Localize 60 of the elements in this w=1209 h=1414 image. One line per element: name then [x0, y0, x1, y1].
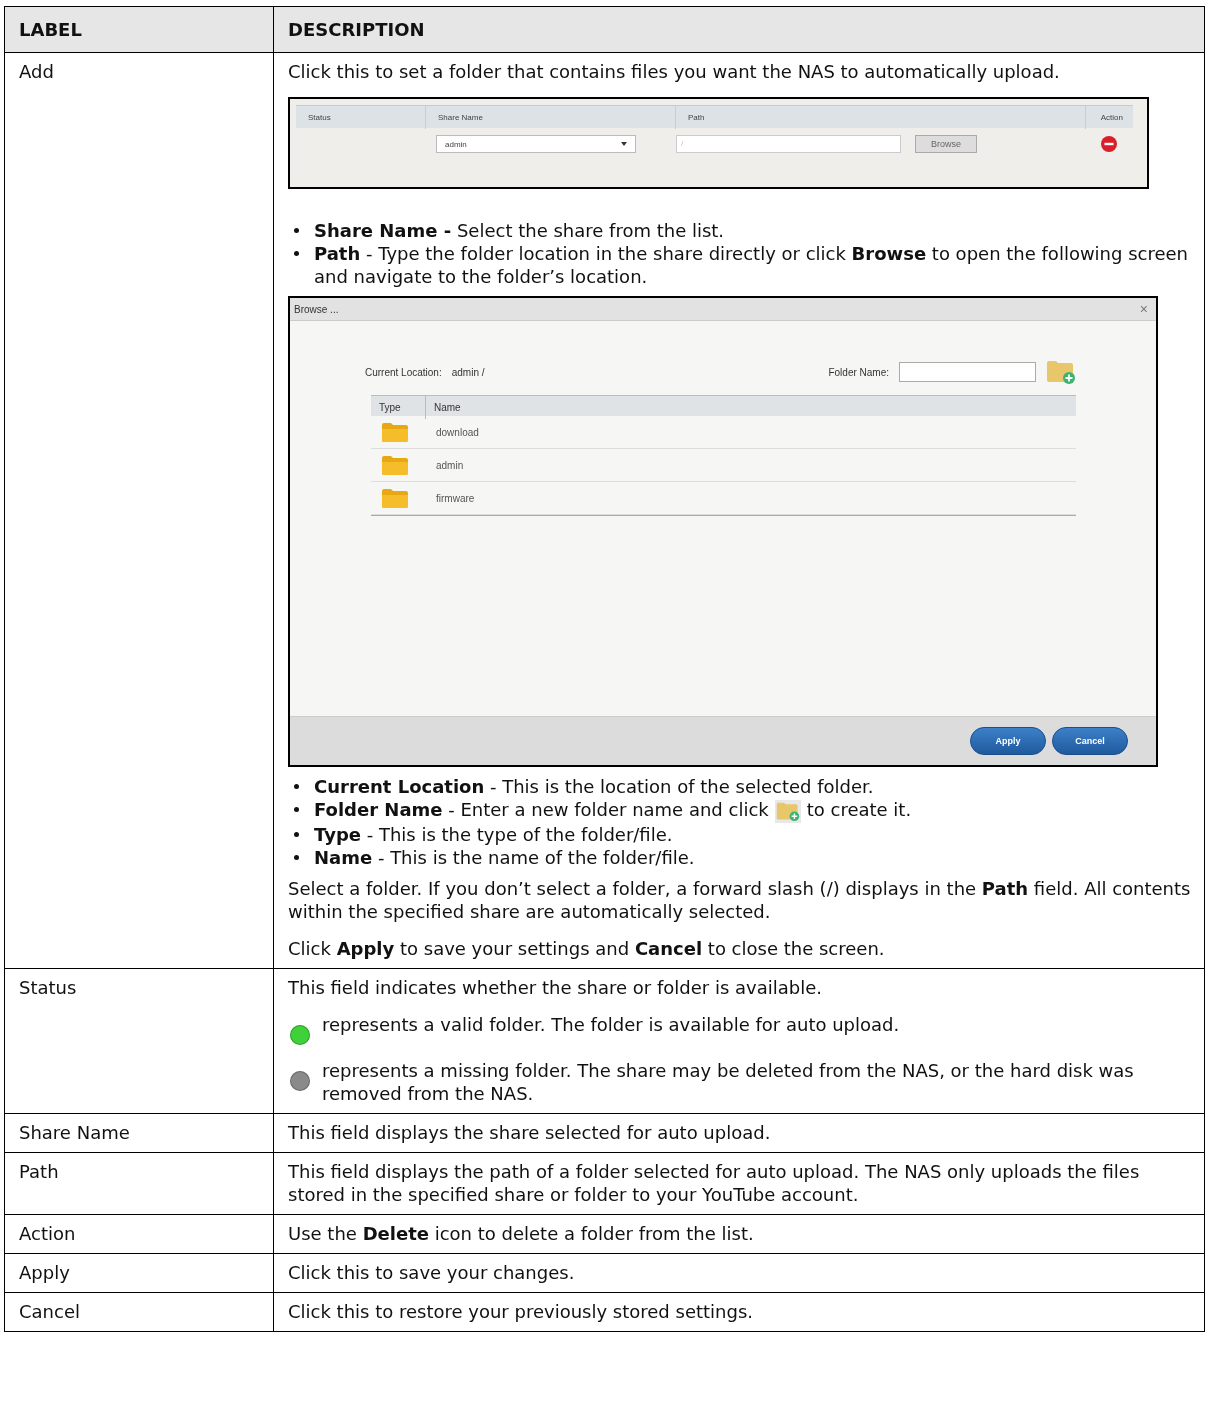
column-header: Action	[1099, 112, 1124, 124]
column-header: Status	[296, 106, 426, 129]
description-text: Click this to restore your previously stored settings.	[288, 1299, 754, 1323]
bullet-text: Path - Type the folder location in the share directly or click Browse to open the following screen and navigate to the folder’s location.	[314, 242, 1189, 288]
description-text: This field displays the path of a folder selected for auto upload. The NAS only uploads the files stored in the specified share or folder to your YouTube account.	[288, 1159, 1141, 1206]
folder-name-label: Folder Name:	[828, 365, 889, 380]
column-header: Path	[676, 106, 1086, 129]
folder-icon	[381, 421, 409, 443]
dialog-title: Browse ...	[294, 302, 339, 317]
column-header: Type	[371, 396, 426, 419]
row-label: Apply	[4, 1253, 274, 1292]
browse-button[interactable]: Browse	[915, 135, 977, 153]
current-location-label: Current Location:	[365, 365, 442, 380]
row-label: Share Name	[4, 1113, 274, 1152]
folder-name: firmware	[435, 491, 476, 506]
folder-icon	[381, 454, 409, 476]
folder-row[interactable]: download	[371, 416, 1076, 449]
bullet-icon	[294, 807, 299, 812]
status-text: represents a missing folder. The share may be deleted from the NAS, or the hard disk was removed from the NAS.	[322, 1058, 1135, 1105]
bullet-icon	[294, 854, 299, 860]
new-folder-icon[interactable]	[1046, 359, 1076, 385]
bullet-icon	[294, 831, 299, 837]
description-text: Click this to set a folder that contains files you want the NAS to automatically upload.	[288, 60, 1061, 83]
bullet-text: Folder Name - Enter a new folder name and click to create it.	[314, 798, 912, 823]
bullet-text: Name - This is the name of the folder/file.	[314, 845, 695, 869]
bullet-icon	[294, 784, 299, 789]
row-label: Add	[4, 52, 274, 968]
column-header: DESCRIPTION	[273, 6, 1205, 53]
bullet-text: Share Name - Select the share from the list.	[314, 219, 725, 242]
row-label: Path	[4, 1152, 274, 1214]
delete-icon[interactable]	[1101, 136, 1117, 152]
folder-name-field[interactable]	[899, 362, 1036, 382]
description-text: This field displays the share selected for auto upload.	[288, 1120, 772, 1144]
column-header: Share Name	[426, 106, 676, 129]
row-label: Cancel	[4, 1292, 274, 1331]
description-text: Click this to save your changes.	[288, 1260, 576, 1284]
bullet-icon	[294, 228, 299, 233]
description-text: Click Apply to save your settings and Cancel to close the screen.	[288, 936, 886, 960]
folder-row[interactable]: firmware	[371, 482, 1076, 515]
folder-name: admin	[435, 458, 465, 473]
folder-row[interactable]: admin	[371, 449, 1076, 482]
description-text: Use the Delete icon to delete a folder from the list.	[288, 1221, 755, 1245]
status-text: represents a valid folder. The folder is available for auto upload.	[322, 1012, 900, 1036]
column-header: Name	[433, 401, 462, 415]
cancel-button[interactable]: Cancel	[1052, 727, 1128, 755]
apply-button[interactable]: Apply	[970, 727, 1046, 755]
bullet-text: Current Location - This is the location of the selected folder.	[314, 775, 874, 798]
description-text: This field indicates whether the share or folder is available.	[288, 975, 823, 999]
bullet-text: Type - This is the type of the folder/file.	[314, 822, 673, 846]
new-folder-icon	[774, 799, 801, 823]
folder-name: download	[435, 425, 480, 440]
row-label: Action	[4, 1214, 274, 1253]
bullet-icon	[294, 251, 299, 256]
current-location-value: admin /	[451, 365, 485, 380]
folder-icon	[381, 487, 409, 509]
column-header: LABEL	[4, 6, 274, 53]
row-label: Status	[4, 968, 274, 1113]
share-name-dropdown[interactable]: admin	[436, 135, 636, 153]
close-icon[interactable]: ×	[1139, 297, 1148, 321]
description-text: Select a folder. If you don’t select a folder, a forward slash (/) displays in the Path field. All contents within the specified share are automatically selected.	[288, 876, 1192, 923]
